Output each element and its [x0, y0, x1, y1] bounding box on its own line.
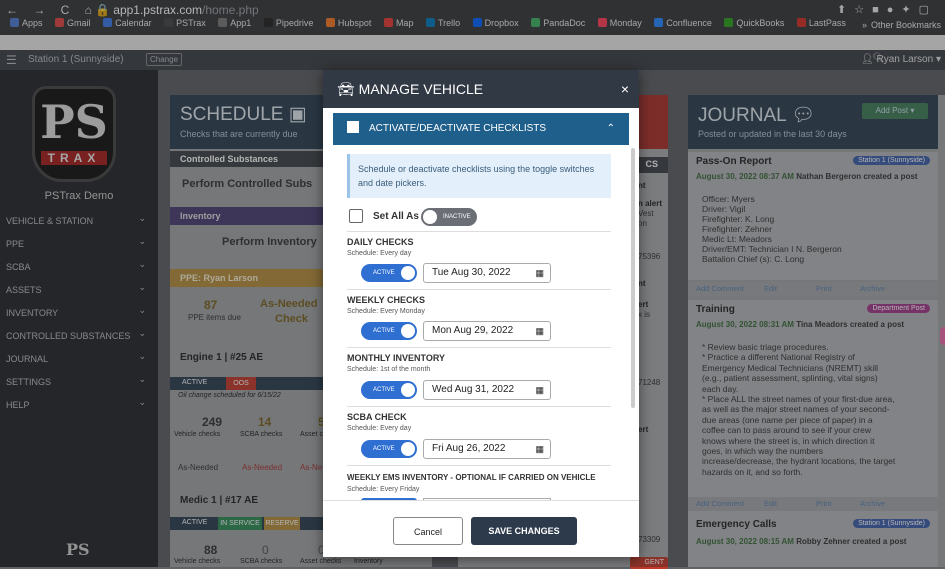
divider	[347, 347, 611, 348]
daily-checks-toggle[interactable]: ACTIVE	[361, 264, 417, 282]
calendar-icon: ▦	[535, 326, 544, 336]
manage-vehicle-modal: 🚘︎ MANAGE VEHICLE × ACTIVATE/DEACTIVATE …	[323, 70, 639, 557]
modal-scrollbar[interactable]	[631, 148, 635, 408]
check-schedule-scba: Schedule: Every day	[347, 425, 412, 432]
cancel-button[interactable]: Cancel	[393, 517, 463, 545]
daily-checks-date[interactable]: Tue Aug 30, 2022 ▦	[423, 263, 551, 283]
check-schedule-weekly: Schedule: Every Monday	[347, 308, 425, 315]
check-schedule-weekly-ems: Schedule: Every Friday	[347, 486, 420, 493]
divider	[347, 406, 611, 407]
chevron-up-icon: ⌃	[606, 123, 615, 134]
check-name-daily: DAILY CHECKS	[347, 237, 414, 247]
checkbox-icon	[347, 121, 359, 133]
set-all-label: Set All As	[373, 211, 419, 222]
set-all-toggle[interactable]: INACTIVE	[421, 208, 477, 226]
calendar-icon: ▦	[535, 444, 544, 454]
modal-title: MANAGE VEHICLE	[358, 81, 484, 97]
calendar-icon: ▦	[535, 385, 544, 395]
close-icon[interactable]: ×	[621, 70, 629, 108]
checklists-accordion-header[interactable]: ACTIVATE/DEACTIVATE CHECKLISTS ⌃	[333, 113, 629, 145]
divider	[347, 289, 611, 290]
set-all-checkbox[interactable]	[349, 209, 363, 223]
monthly-inventory-toggle[interactable]: ACTIVE	[361, 381, 417, 399]
scba-check-toggle[interactable]: ACTIVE	[361, 440, 417, 458]
modal-footer: Cancel SAVE CHANGES	[323, 500, 639, 557]
check-name-monthly: MONTHLY INVENTORY	[347, 353, 446, 363]
check-name-scba: SCBA CHECK	[347, 412, 407, 422]
check-name-weekly-ems: WEEKLY EMS INVENTORY - OPTIONAL IF CARRI…	[347, 473, 596, 482]
vehicle-icon: 🚘︎	[337, 81, 355, 97]
scba-check-date[interactable]: Fri Aug 26, 2022 ▦	[423, 439, 551, 459]
divider	[347, 465, 611, 466]
save-changes-button[interactable]: SAVE CHANGES	[471, 517, 577, 545]
divider	[347, 231, 611, 232]
monthly-inventory-date[interactable]: Wed Aug 31, 2022 ▦	[423, 380, 551, 400]
info-box: Schedule or deactivate checklists using …	[347, 154, 611, 198]
calendar-icon: ▦	[535, 268, 544, 278]
weekly-checks-toggle[interactable]: ACTIVE	[361, 322, 417, 340]
modal-header: 🚘︎ MANAGE VEHICLE ×	[323, 70, 639, 108]
check-schedule-daily: Schedule: Every day	[347, 250, 412, 257]
weekly-checks-date[interactable]: Mon Aug 29, 2022 ▦	[423, 321, 551, 341]
check-name-weekly: WEEKLY CHECKS	[347, 295, 426, 305]
check-schedule-monthly: Schedule: 1st of the month	[347, 366, 431, 373]
accordion-title: ACTIVATE/DEACTIVATE CHECKLISTS	[369, 123, 547, 134]
